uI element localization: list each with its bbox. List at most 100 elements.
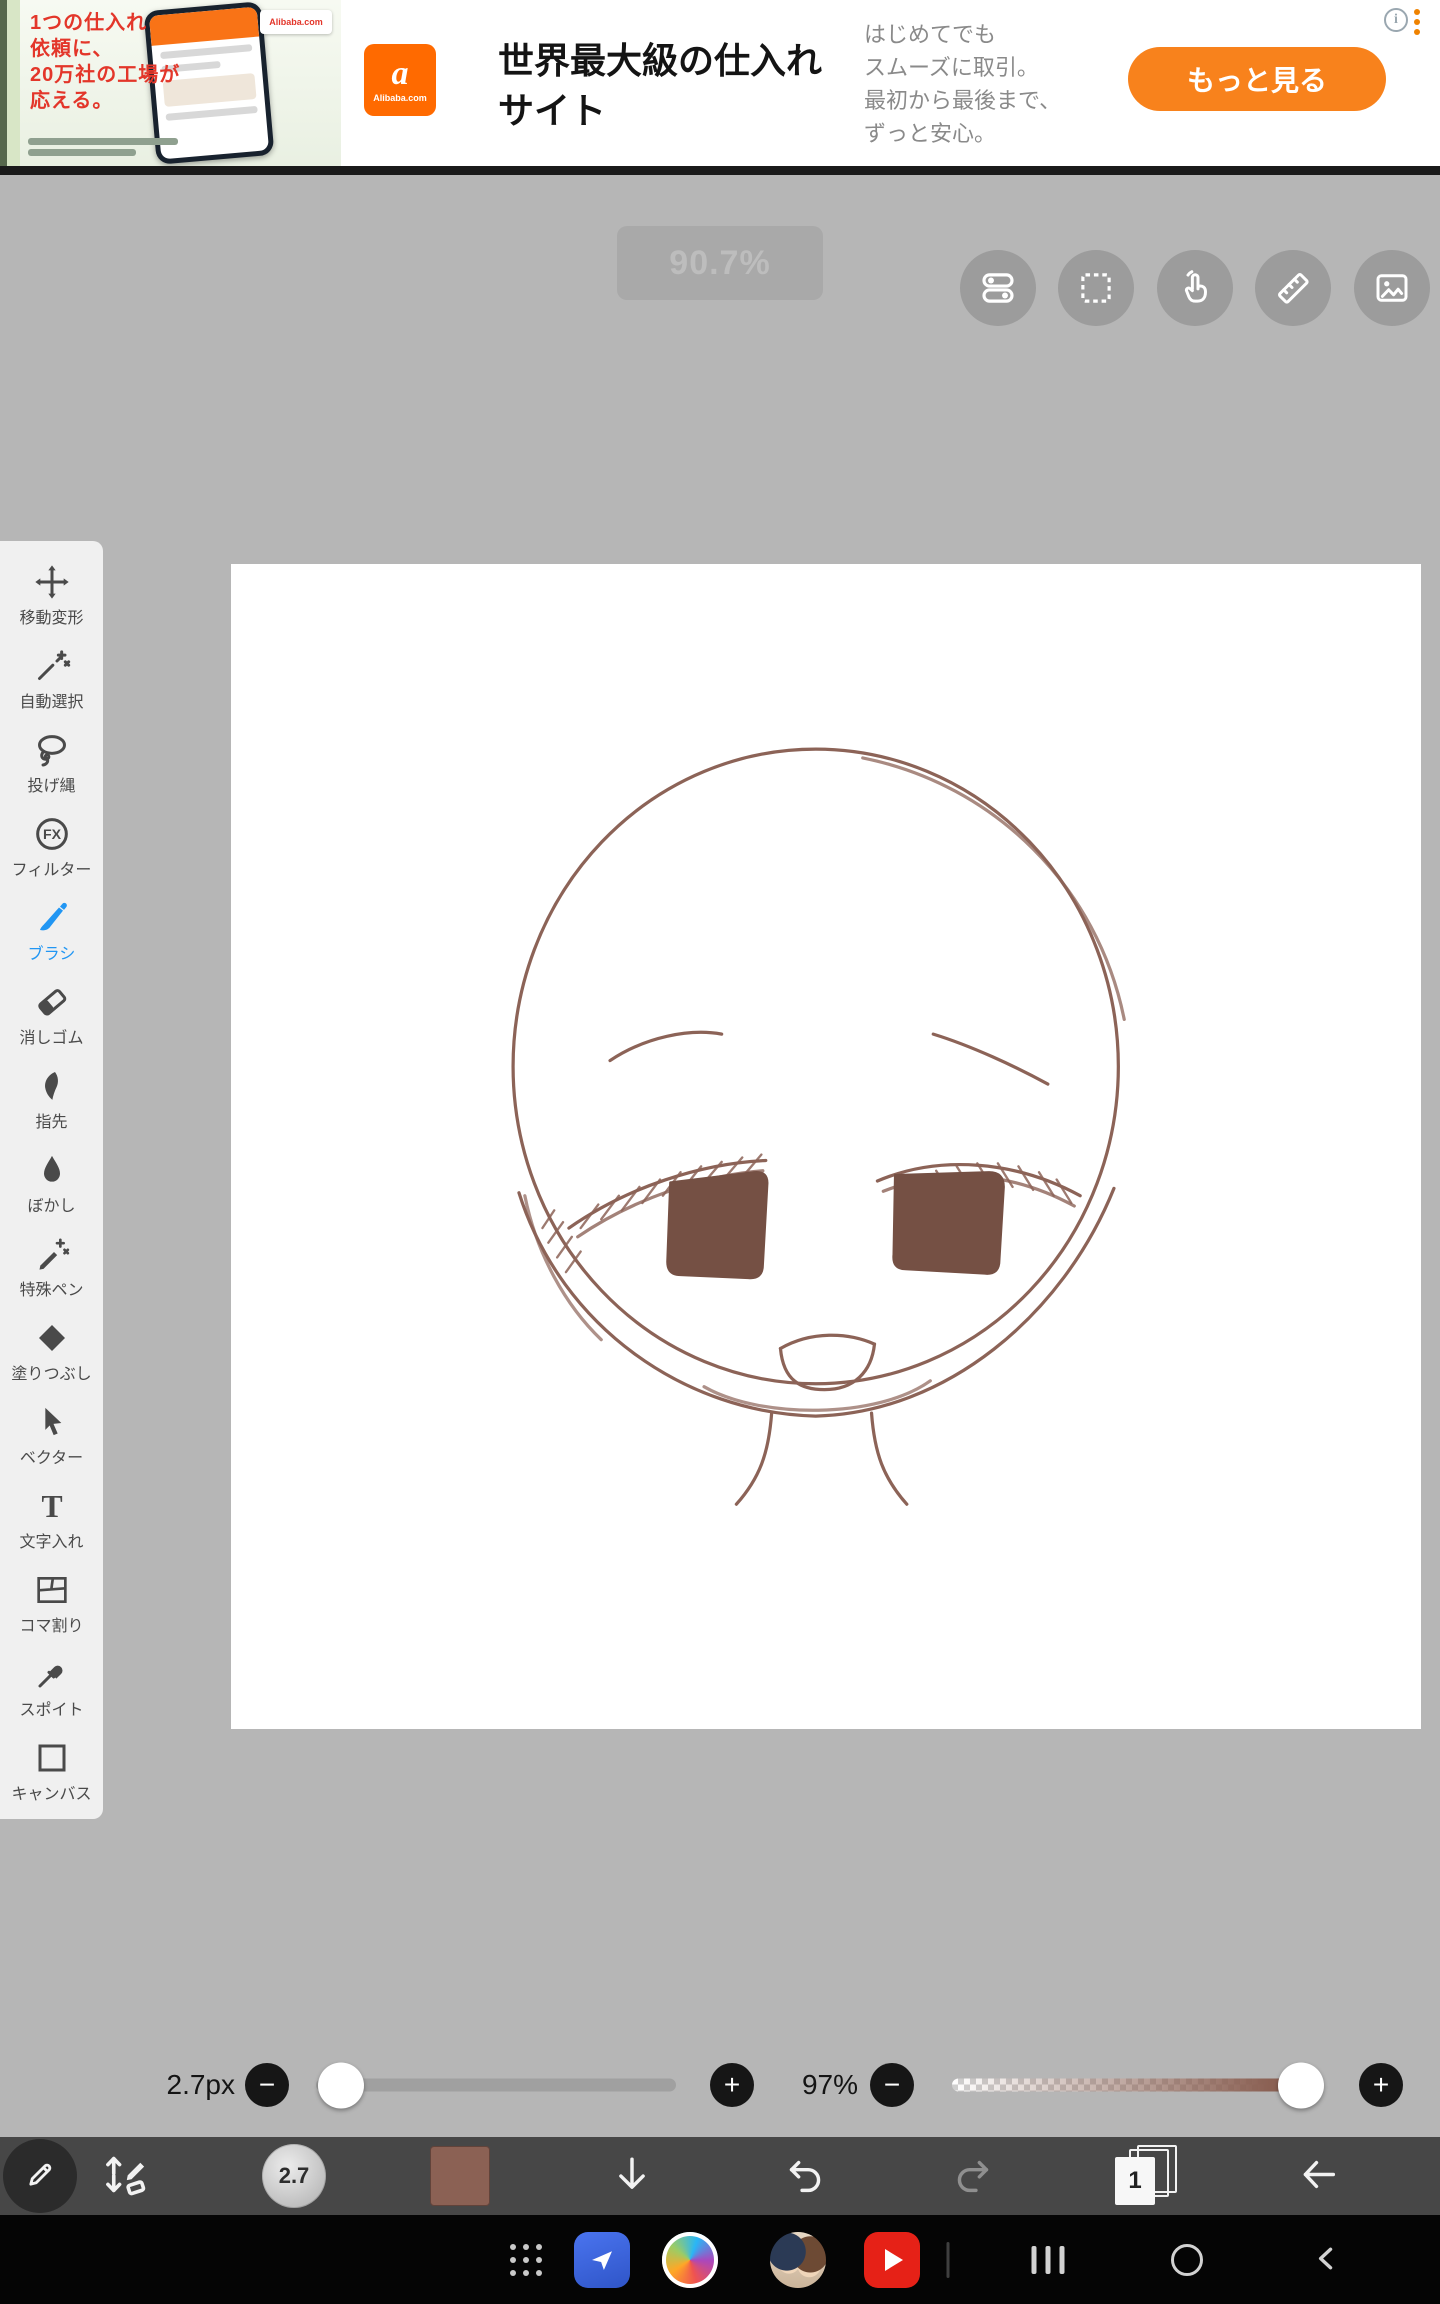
filter-fx-icon: FX (32, 810, 72, 854)
sidebar-item-canvas[interactable]: キャンバス (0, 1727, 103, 1811)
undo-icon (781, 2160, 827, 2201)
alibaba-logo: a Alibaba.com (364, 44, 436, 116)
material-icon (1371, 267, 1413, 309)
touch-gesture-button[interactable] (1157, 250, 1233, 326)
ad-headline: 世界最大級の仕入れ サイト (498, 36, 858, 136)
pen-tool-icon (21, 2156, 59, 2197)
collapse-toolbar-button[interactable] (609, 2152, 655, 2201)
svg-text:T: T (41, 1489, 62, 1524)
sidebar-item-brush[interactable]: ブラシ (0, 887, 103, 971)
smudge-icon (32, 1062, 72, 1106)
brush-size-increase-button[interactable]: + (710, 2063, 754, 2107)
nav-divider (946, 2241, 950, 2278)
selection-button[interactable] (1058, 250, 1134, 326)
alibaba-logo-mark: a (391, 55, 409, 92)
layers-button[interactable]: 1 (1115, 2145, 1177, 2207)
creative-line: 応える。 (30, 90, 114, 112)
creative-line: 依頼に、 (30, 38, 114, 60)
ruler-icon (1272, 267, 1314, 309)
material-button[interactable] (1354, 250, 1430, 326)
creative-edge-strip (0, 0, 7, 166)
opacity-decrease-button[interactable]: − (870, 2063, 914, 2107)
sidebar-item-special-pen[interactable]: 特殊ペン (0, 1223, 103, 1307)
ad-divider (0, 166, 1440, 175)
ad-body-text: はじめてでも スムーズに取引。 最初から最後まで、 ずっと安心。 (864, 22, 1062, 146)
undo-button[interactable] (781, 2152, 827, 2201)
sidebar-item-filter[interactable]: FX フィルター (0, 803, 103, 887)
screen: 1つの仕入れ 依頼に、 20万社の工場が 応える。 Alibaba.com a … (0, 0, 1440, 2304)
home-icon[interactable] (1171, 2243, 1203, 2276)
pen-tool-button[interactable] (3, 2139, 77, 2213)
ruler-button[interactable] (1255, 250, 1331, 326)
brush-eraser-toggle-button[interactable] (98, 2148, 152, 2205)
opacity-increase-button[interactable]: + (1359, 2063, 1403, 2107)
brush-size-slider-knob[interactable] (318, 2062, 365, 2108)
sidebar-item-blur[interactable]: ぼかし (0, 1139, 103, 1223)
text-icon: T (32, 1482, 72, 1526)
play-icon (885, 2248, 903, 2271)
opacity-slider[interactable] (952, 2062, 1325, 2108)
ibispaint-app-icon[interactable] (662, 2231, 718, 2288)
gallery-app-icon[interactable] (770, 2231, 826, 2288)
ad-menu-dots-icon[interactable] (1414, 8, 1420, 35)
redo-icon (951, 2160, 997, 2201)
back-icon[interactable] (1310, 2241, 1344, 2278)
panel-toggle-icon (977, 267, 1019, 309)
auto-select-icon (32, 642, 72, 686)
brush-size-decrease-button[interactable]: − (245, 2063, 289, 2107)
zoom-indicator: 90.7% (617, 226, 823, 300)
brush-icon (32, 894, 72, 938)
brush-size-slider[interactable] (316, 2062, 676, 2108)
sidebar-item-text[interactable]: T 文字入れ (0, 1475, 103, 1559)
panel-toggle-button[interactable] (960, 250, 1036, 326)
creative-headline: 1つの仕入れ 依頼に、 20万社の工場が 応える。 (30, 10, 180, 114)
blue-app-icon[interactable] (574, 2231, 630, 2288)
sidebar-item-panel-divide[interactable]: コマ割り (0, 1559, 103, 1643)
sidebar-item-eraser[interactable]: 消しゴム (0, 971, 103, 1055)
layer-count-badge: 1 (1115, 2157, 1155, 2205)
brush-size-value: 2.7px (166, 2069, 236, 2100)
canvas-icon (32, 1734, 72, 1778)
touch-icon (1174, 267, 1216, 309)
sidebar-item-fill[interactable]: 塗りつぶし (0, 1307, 103, 1391)
blur-icon (32, 1146, 72, 1190)
special-pen-icon (32, 1230, 72, 1274)
youtube-app-icon[interactable] (864, 2231, 920, 2288)
ad-info-icon[interactable]: i (1384, 8, 1408, 32)
brush-preview-button[interactable]: 2.7 (262, 2144, 326, 2208)
eyedropper-icon (32, 1650, 72, 1694)
sidebar-item-vector[interactable]: ベクター (0, 1391, 103, 1475)
sidebar-item-eyedropper[interactable]: スポイト (0, 1643, 103, 1727)
creative-green-strip (7, 0, 20, 166)
lasso-icon (32, 726, 72, 770)
recents-icon[interactable] (1031, 2245, 1065, 2274)
eraser-icon (32, 978, 72, 1022)
move-transform-icon (32, 558, 72, 602)
canvas-sketch (511, 747, 1126, 1506)
opacity-value: 97% (801, 2069, 858, 2100)
ad-headline-line1: 世界最大級の仕入れ (498, 40, 823, 81)
selection-icon (1075, 267, 1117, 309)
app-grid-icon[interactable] (510, 2243, 542, 2276)
ad-headline-line2: サイト (498, 90, 607, 131)
brush-eraser-toggle-icon (98, 2156, 152, 2205)
redo-button[interactable] (951, 2152, 997, 2201)
color-swatch-button[interactable] (430, 2146, 490, 2206)
ad-cta-button[interactable]: もっと見る (1128, 47, 1386, 111)
sidebar-item-auto-select[interactable]: 自動選択 (0, 635, 103, 719)
opacity-slider-knob[interactable] (1278, 2062, 1325, 2108)
ad-banner[interactable]: 1つの仕入れ 依頼に、 20万社の工場が 応える。 Alibaba.com a … (0, 0, 1440, 166)
tool-sidebar: 移動変形 自動選択 投げ縄 FX フィルター ブラシ 消しゴム 指先 ぼかし 特… (0, 541, 103, 1819)
fill-icon (32, 1314, 72, 1358)
ad-creative-image[interactable]: 1つの仕入れ 依頼に、 20万社の工場が 応える。 Alibaba.com (0, 0, 341, 166)
vector-icon (32, 1398, 72, 1442)
back-to-gallery-button[interactable] (1295, 2152, 1341, 2201)
sidebar-item-lasso[interactable]: 投げ縄 (0, 719, 103, 803)
drawing-canvas[interactable] (231, 564, 1421, 1729)
creative-footnote-text (28, 138, 178, 160)
alibaba-mini-logo: Alibaba.com (260, 10, 332, 34)
sidebar-item-smudge[interactable]: 指先 (0, 1055, 103, 1139)
ad-info-controls[interactable]: i (1384, 8, 1420, 35)
bottom-controls: 2.7px − + 97% − + (0, 2062, 1440, 2108)
sidebar-item-move-transform[interactable]: 移動変形 (0, 551, 103, 635)
